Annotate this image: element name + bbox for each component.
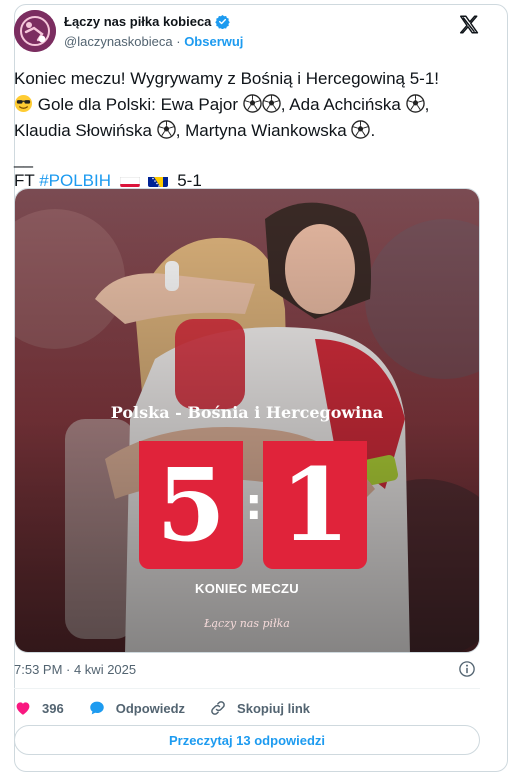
poland-flag-icon [119,173,140,187]
x-logo-icon[interactable] [458,14,480,36]
tweet-timestamp[interactable]: 7:53 PM · 4 kwi 2025 [14,662,136,677]
divider [14,688,480,689]
copy-link-label: Skopiuj link [237,700,311,716]
tweet-line-1: Koniec meczu! Wygrywamy z Bośnią i Herce… [14,69,440,88]
soccer-ball-icon [262,94,281,113]
avatar[interactable] [14,10,56,52]
soccer-ball-icon [405,94,425,113]
sunglasses-emoji-icon [14,94,33,113]
handle-separator: · [176,34,181,49]
away-score: 1 [263,441,367,569]
info-icon[interactable] [458,660,476,678]
heart-icon [16,702,30,715]
match-result-image[interactable]: Polska - Bośnia i Hercegowina 5 : 1 KONI… [14,188,480,653]
teams-label: Polska - Bośnia i Hercegowina [110,403,384,422]
reply-label: Odpowiedz [115,700,186,716]
reply-bubble-icon [89,701,104,715]
goals-intro: Gole dla Polski: Ewa Pajor [37,95,239,114]
tweet-line-2: Gole dla Polski: Ewa Pajor , Ada Achcińs… [14,92,484,118]
tweet-text: Koniec meczu! Wygrywamy z Bośnią i Herce… [14,66,484,194]
account-name[interactable]: Łączy nas piłka kobieca [64,14,211,29]
brand-logo-text: Łączy nas piłka [204,617,290,630]
follow-button[interactable]: Obserwuj [184,34,243,49]
goal-scorer-separator: , Ada Achcińska [280,95,401,114]
home-score: 5 [139,441,243,569]
bosnia-flag-icon [148,173,169,187]
like-count: 396 [42,700,64,716]
soccer-ball-icon [243,94,262,113]
copy-link-button[interactable]: Skopiuj link [209,699,310,717]
tweet-line-3: Klaudia Słowińska , Martyna Wiankowska . [14,118,484,144]
goal-scorer: Klaudia Słowińska [14,121,152,140]
reply-button[interactable]: Odpowiedz [88,699,185,717]
soccer-ball-icon [351,120,371,139]
tweet-actions: 396 Odpowiedz Skopiuj link [14,697,334,719]
account-handle[interactable]: @laczynaskobieca [64,34,173,49]
tweet-header: Łączy nas piłka kobieca @laczynaskobieca… [14,10,480,60]
goal-scorer-separator: , Martyna Wiankowska [175,121,347,140]
soccer-ball-icon [156,120,176,139]
read-replies-button[interactable]: Przeczytaj 13 odpowiedzi [14,725,480,755]
score-colon: : [245,479,263,530]
match-status: KONIEC MECZU [195,581,299,596]
period: . [370,121,376,140]
like-button[interactable]: 396 [14,699,64,717]
link-icon [211,701,225,715]
comma: , [424,95,430,114]
tweet-rule: __ [14,149,33,168]
verified-icon [215,14,231,29]
